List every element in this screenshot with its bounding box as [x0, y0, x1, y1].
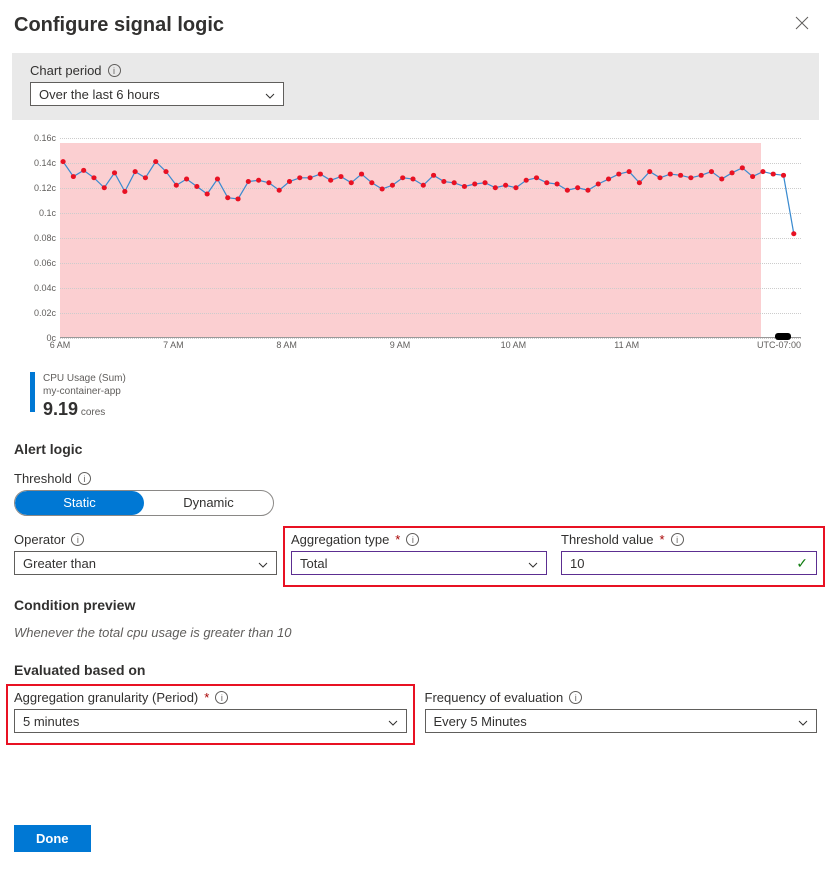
threshold-value-label: Threshold value	[561, 532, 654, 547]
y-tick: 0.08c	[34, 233, 56, 243]
x-tick: 7 AM	[163, 340, 184, 350]
chart-period-bar: Chart period i Over the last 6 hours	[12, 53, 819, 120]
info-icon[interactable]: i	[671, 533, 684, 546]
legend-value: 9.19	[43, 399, 78, 419]
threshold-toggle[interactable]: Static Dynamic	[14, 490, 274, 516]
operator-label: Operator	[14, 532, 65, 547]
page-title: Configure signal logic	[14, 14, 795, 37]
timezone-label: UTC-07:00	[757, 340, 801, 350]
chart-legend: CPU Usage (Sum) my-container-app 9.19 co…	[30, 372, 801, 421]
legend-series-name: CPU Usage (Sum)	[43, 372, 126, 385]
threshold-value-text: 10	[570, 556, 584, 571]
chart-now-marker	[775, 333, 791, 340]
alert-logic-heading: Alert logic	[14, 441, 817, 457]
legend-color-bar	[30, 372, 35, 412]
chart-line	[60, 138, 801, 337]
chevron-down-icon	[388, 716, 398, 726]
info-icon[interactable]: i	[406, 533, 419, 546]
chart-period-select[interactable]: Over the last 6 hours	[30, 82, 284, 106]
legend-unit: cores	[81, 407, 105, 418]
frequency-value: Every 5 Minutes	[434, 714, 527, 729]
info-icon[interactable]: i	[108, 64, 121, 77]
highlighted-group-aggregation-threshold: Aggregation type* i Total Threshold valu…	[283, 526, 825, 587]
granularity-select[interactable]: 5 minutes	[14, 709, 407, 733]
aggregation-type-value: Total	[300, 556, 327, 571]
chevron-down-icon	[265, 89, 275, 99]
frequency-select[interactable]: Every 5 Minutes	[425, 709, 818, 733]
aggregation-type-label: Aggregation type	[291, 532, 389, 547]
condition-preview-text: Whenever the total cpu usage is greater …	[14, 625, 817, 640]
info-icon[interactable]: i	[71, 533, 84, 546]
chevron-down-icon	[798, 716, 808, 726]
x-tick: 11 AM	[614, 340, 639, 350]
operator-select[interactable]: Greater than	[14, 551, 277, 575]
y-tick: 0.06c	[34, 258, 56, 268]
threshold-value-input[interactable]: 10 ✓	[561, 551, 817, 575]
threshold-static-option[interactable]: Static	[15, 491, 144, 515]
chart-plot	[60, 138, 801, 338]
info-icon[interactable]: i	[569, 691, 582, 704]
x-tick: 10 AM	[501, 340, 527, 350]
info-icon[interactable]: i	[78, 472, 91, 485]
x-tick: 9 AM	[390, 340, 411, 350]
frequency-label: Frequency of evaluation	[425, 690, 564, 705]
x-tick: 6 AM	[50, 340, 71, 350]
y-tick: 0.02c	[34, 308, 56, 318]
granularity-label: Aggregation granularity (Period)	[14, 690, 198, 705]
info-icon[interactable]: i	[215, 691, 228, 704]
chevron-down-icon	[258, 558, 268, 568]
threshold-label: Threshold	[14, 471, 72, 486]
y-tick: 0.14c	[34, 158, 56, 168]
aggregation-type-select[interactable]: Total	[291, 551, 547, 575]
y-tick: 0.1c	[39, 208, 56, 218]
check-icon: ✓	[796, 555, 808, 572]
chart-area: 0c0.02c0.04c0.06c0.08c0.1c0.12c0.14c0.16…	[14, 138, 801, 358]
close-icon	[795, 16, 809, 30]
granularity-value: 5 minutes	[23, 714, 79, 729]
x-tick: 8 AM	[276, 340, 297, 350]
condition-preview-heading: Condition preview	[14, 597, 817, 613]
y-tick: 0.16c	[34, 133, 56, 143]
chart-period-label: Chart period	[30, 63, 102, 78]
chart-period-value: Over the last 6 hours	[39, 87, 160, 102]
y-tick: 0.04c	[34, 283, 56, 293]
y-tick: 0.12c	[34, 183, 56, 193]
close-button[interactable]	[795, 16, 809, 35]
threshold-dynamic-option[interactable]: Dynamic	[144, 491, 273, 515]
evaluated-heading: Evaluated based on	[14, 662, 817, 678]
legend-resource: my-container-app	[43, 385, 126, 398]
operator-value: Greater than	[23, 556, 96, 571]
highlighted-group-granularity: Aggregation granularity (Period)* i 5 mi…	[6, 684, 415, 745]
done-button[interactable]: Done	[14, 825, 91, 852]
alert-logic-section: Alert logic Threshold i Static Dynamic O…	[14, 441, 817, 733]
chevron-down-icon	[528, 558, 538, 568]
